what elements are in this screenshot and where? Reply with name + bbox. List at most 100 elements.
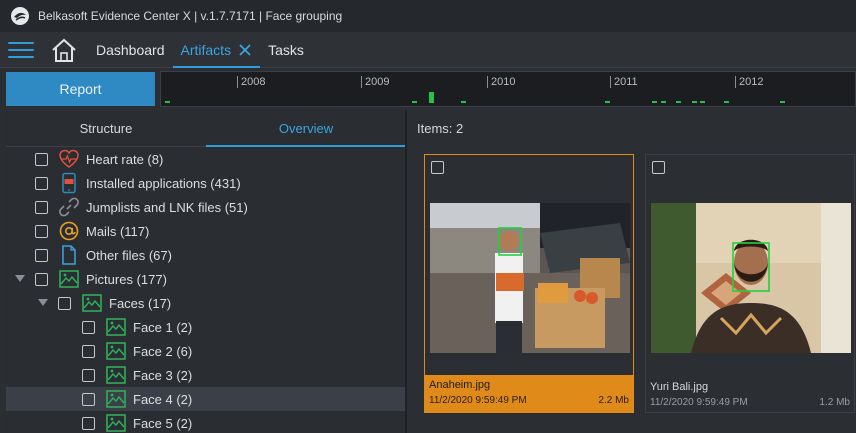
thumbnail-card[interactable]: Yuri Bali.jpg 11/2/2020 9:59:49 PM 1.2 M… [645, 154, 855, 413]
tree-item-face-2[interactable]: Face 2 (6) [6, 339, 406, 363]
tab-tasks[interactable]: Tasks [260, 32, 312, 68]
at-sign-icon [59, 221, 79, 241]
tree-checkbox[interactable] [82, 392, 95, 406]
file-date: 11/2/2020 9:59:49 PM [429, 395, 527, 406]
tree-item-label: Face 1 (2) [133, 319, 193, 335]
tree-item-label: Mails (117) [86, 223, 150, 239]
artifacts-panel: Structure Overview Heart rate (8) Instal… [6, 110, 406, 433]
tree-checkbox[interactable] [35, 176, 48, 190]
view-tabs: Structure Overview [6, 110, 406, 147]
report-button[interactable]: Report [6, 72, 155, 106]
tree-checkbox[interactable] [58, 296, 71, 310]
items-panel: Items: 2 Anaheim.jpg 11/2/2020 9:59:49 P [408, 110, 856, 433]
timeline-bar [165, 101, 170, 103]
tree-checkbox[interactable] [82, 368, 95, 382]
tab-dashboard[interactable]: Dashboard [88, 32, 173, 68]
tree-checkbox[interactable] [82, 320, 95, 334]
window-title: Belkasoft Evidence Center X | v.1.7.7171… [38, 9, 343, 23]
file-name: Yuri Bali.jpg [650, 381, 709, 393]
tab-label: Artifacts [180, 41, 232, 58]
tab-label: Tasks [268, 41, 304, 58]
timeline-year-label: 2010 [487, 76, 515, 88]
tree-checkbox[interactable] [82, 344, 95, 358]
card-checkbox[interactable] [652, 161, 665, 174]
panel-splitter[interactable] [405, 110, 407, 433]
image-icon [106, 318, 126, 336]
timeline-bar [652, 101, 657, 103]
timeline-bar [461, 101, 466, 103]
tree-item-label: Jumplists and LNK files (51) [86, 199, 248, 215]
timeline[interactable]: 2008 2009 2010 2011 2012 [160, 71, 856, 107]
tree-item-label: Face 2 (6) [133, 343, 193, 359]
timeline-year-label: 2008 [237, 76, 265, 88]
tree-checkbox[interactable] [35, 200, 48, 214]
thumbnail-card[interactable]: Anaheim.jpg 11/2/2020 9:59:49 PM 2.2 Mb [424, 154, 634, 413]
tree-item-heart-rate[interactable]: Heart rate (8) [6, 147, 406, 171]
expand-arrow-icon[interactable] [37, 297, 49, 309]
file-date: 11/2/2020 9:59:49 PM [650, 397, 748, 408]
tree-checkbox[interactable] [35, 248, 48, 262]
file-size: 2.2 Mb [598, 395, 629, 406]
timeline-year-label: 2012 [735, 76, 763, 88]
tree-item-face-3[interactable]: Face 3 (2) [6, 363, 406, 387]
file-size: 1.2 Mb [819, 397, 850, 408]
phone-app-icon [62, 172, 76, 194]
image-icon [82, 294, 102, 312]
expand-arrow-icon[interactable] [14, 273, 26, 285]
tree-item-faces[interactable]: Faces (17) [6, 291, 406, 315]
timeline-bar [692, 101, 697, 103]
tree-checkbox[interactable] [82, 416, 95, 430]
menu-icon[interactable] [8, 39, 34, 61]
photo-thumbnail [651, 203, 851, 353]
image-icon [106, 390, 126, 408]
tree-checkbox[interactable] [35, 152, 48, 166]
tab-artifacts[interactable]: Artifacts [172, 32, 261, 68]
tree-item-other-files[interactable]: Other files (67) [6, 243, 406, 267]
timeline-bar [724, 101, 729, 103]
timeline-bar [676, 101, 681, 103]
image-icon [106, 366, 126, 384]
timeline-bar [661, 101, 666, 103]
tree-item-label: Installed applications (431) [86, 175, 241, 191]
tree-item-face-4[interactable]: Face 4 (2) [6, 387, 406, 411]
heart-rate-icon [59, 149, 79, 168]
tree-item-mails[interactable]: Mails (117) [6, 219, 406, 243]
title-bar: Belkasoft Evidence Center X | v.1.7.7171… [0, 0, 856, 32]
tree-item-installed-applications[interactable]: Installed applications (431) [6, 171, 406, 195]
close-icon[interactable] [238, 43, 252, 57]
tree-checkbox[interactable] [35, 272, 48, 286]
image-icon [106, 414, 126, 432]
tree-item-face-1[interactable]: Face 1 (2) [6, 315, 406, 339]
image-icon [59, 270, 79, 288]
tree-item-jumplists[interactable]: Jumplists and LNK files (51) [6, 195, 406, 219]
timeline-year-label: 2009 [361, 76, 389, 88]
timeline-bar [605, 101, 610, 103]
card-checkbox[interactable] [431, 161, 444, 174]
card-info: Anaheim.jpg 11/2/2020 9:59:49 PM 2.2 Mb [425, 375, 633, 413]
home-icon[interactable] [50, 36, 78, 64]
tree-checkbox[interactable] [35, 224, 48, 238]
image-icon [106, 342, 126, 360]
timeline-bar [429, 92, 434, 103]
tree-item-pictures[interactable]: Pictures (177) [6, 267, 406, 291]
timeline-bar [412, 101, 417, 103]
card-info: Yuri Bali.jpg 11/2/2020 9:59:49 PM 1.2 M… [646, 377, 854, 414]
tab-overview[interactable]: Overview [206, 110, 406, 147]
report-button-label: Report [59, 81, 102, 97]
file-name: Anaheim.jpg [429, 379, 491, 391]
tree-item-label: Face 4 (2) [133, 391, 193, 407]
tree-item-label: Face 5 (2) [133, 415, 193, 431]
file-icon [62, 245, 76, 265]
tree-item-label: Pictures (177) [86, 271, 167, 287]
tab-label: Dashboard [96, 41, 165, 58]
timeline-bar [780, 101, 785, 103]
artifact-tree: Heart rate (8) Installed applications (4… [6, 147, 406, 433]
app-logo-icon [11, 7, 29, 25]
tree-item-label: Other files (67) [86, 247, 172, 263]
link-icon [59, 197, 79, 217]
timeline-year-label: 2011 [610, 76, 638, 88]
tree-item-face-5[interactable]: Face 5 (2) [6, 411, 406, 433]
tab-structure[interactable]: Structure [6, 110, 206, 146]
tab-label: Overview [278, 120, 334, 136]
tree-item-label: Face 3 (2) [133, 367, 193, 383]
